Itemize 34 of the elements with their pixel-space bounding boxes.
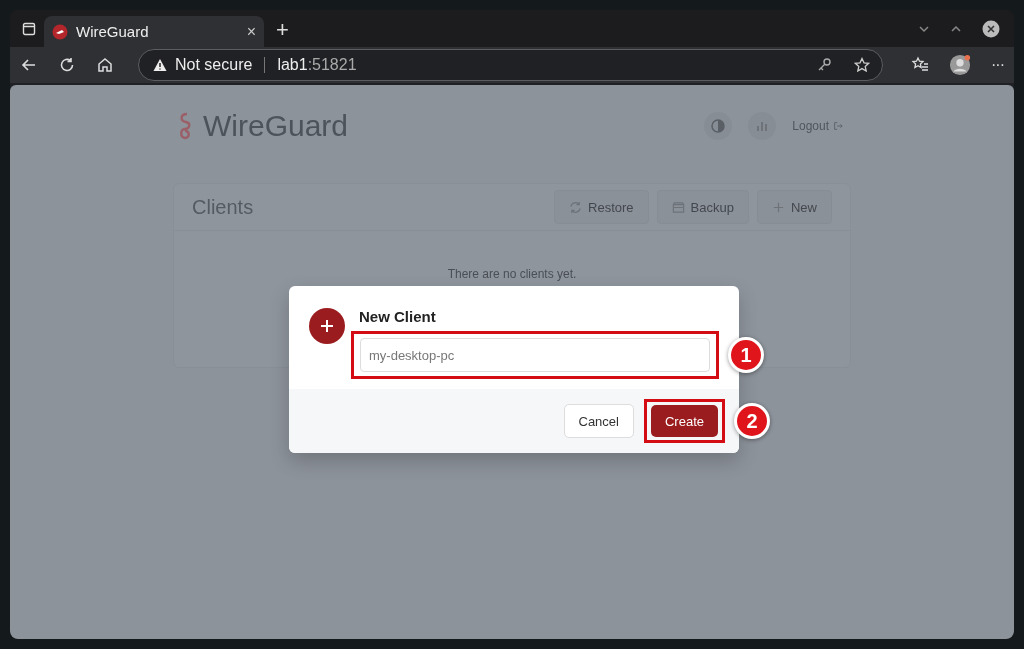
close-icon[interactable]: [982, 20, 1000, 38]
step-badge: 1: [728, 337, 764, 373]
browser-tab[interactable]: WireGuard ×: [44, 16, 264, 47]
reload-icon[interactable]: [58, 56, 76, 74]
app-title: WireGuard: [203, 109, 349, 143]
card-title: Clients: [192, 195, 254, 219]
theme-toggle-icon[interactable]: [704, 112, 733, 140]
profile-avatar-icon[interactable]: [949, 54, 971, 76]
refresh-icon: [569, 200, 583, 214]
star-icon[interactable]: [854, 57, 870, 73]
tab-actions-icon[interactable]: [22, 22, 36, 36]
warning-icon: [153, 58, 167, 72]
security-label: Not secure: [175, 56, 253, 74]
chevron-down-icon[interactable]: [918, 23, 930, 35]
url-text: lab1:51821: [277, 56, 357, 74]
key-icon[interactable]: [816, 57, 832, 73]
menu-button[interactable]: ···: [991, 56, 1004, 74]
favorites-icon[interactable]: [911, 56, 929, 74]
address-bar[interactable]: Not secure lab1:51821: [138, 49, 883, 81]
client-name-field[interactable]: my-desktop-pc: [360, 338, 710, 372]
cancel-button[interactable]: Cancel: [563, 404, 634, 438]
dialog-title: New Client: [359, 308, 437, 325]
logout-icon: [833, 121, 843, 131]
step-badge: 2: [734, 403, 770, 439]
tab-title: WireGuard: [76, 23, 150, 40]
plus-icon: [309, 308, 345, 344]
create-button[interactable]: Create: [650, 405, 718, 437]
wireguard-logo-icon: [52, 23, 68, 40]
wireguard-logo-icon: [177, 112, 193, 140]
home-icon[interactable]: [96, 56, 114, 74]
box-icon: [671, 200, 685, 214]
new-tab-button[interactable]: +: [276, 19, 289, 41]
close-tab-button[interactable]: ×: [246, 22, 256, 41]
plus-icon: [772, 200, 785, 214]
